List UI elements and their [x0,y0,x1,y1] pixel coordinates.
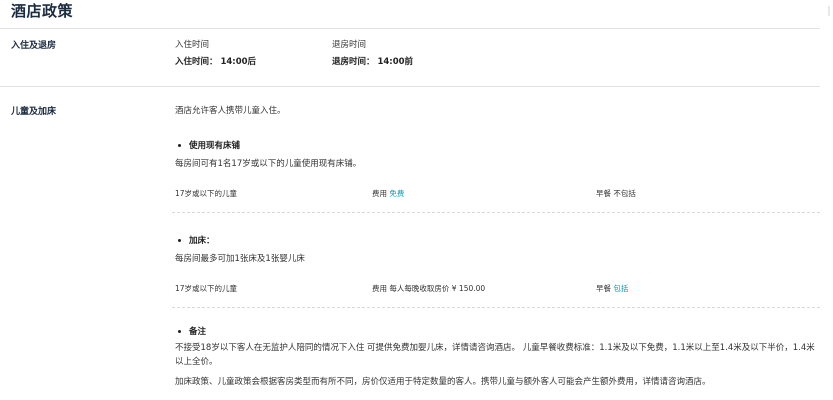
extra-bed-breakfast: 早餐 包括 [596,283,628,294]
existing-bed-desc: 每房间可有1名17岁或以下的儿童使用现有床铺。 [175,159,362,169]
divider [172,307,820,308]
notes-heading: 备注 [178,325,206,337]
scrollbar-thumb[interactable] [828,6,830,16]
notes-line-1: 不接受18岁以下客人在无监护人陪同的情况下入住 可提供免费加婴儿床，详情请咨询酒… [175,343,815,367]
extra-bed-age: 17岁或以下的儿童 [175,284,238,293]
extra-bed-desc: 每房间最多可加1张床及1张婴儿床 [175,254,305,264]
existing-bed-heading: 使用现有床铺 [178,139,240,151]
existing-bed-breakfast: 早餐 不包括 [596,188,636,199]
extra-bed-heading-text: 加床： [189,236,215,246]
existing-bed-fee: 费用 免费 [372,188,404,199]
fee-value: 每人每晚收取房价 ¥ 150.00 [389,284,486,293]
checkout-header: 退房时间 [332,40,367,50]
fee-label: 费用 [372,189,387,198]
fee-value: 免费 [389,189,405,198]
breakfast-label: 早餐 [596,189,611,198]
breakfast-value: 不包括 [613,189,636,198]
section-label-children: 儿童及加床 [11,107,57,117]
notes-heading-text: 备注 [189,327,207,337]
notes-line-2: 加床政策、儿童政策会根据客房类型而有所不同，房价仅适用于特定数量的客人。携带儿童… [175,377,711,387]
divider [0,28,820,29]
breakfast-label: 早餐 [596,284,611,293]
children-intro: 酒店允许客人携带儿童入住。 [175,106,286,116]
breakfast-value: 包括 [613,284,629,293]
existing-bed-age: 17岁或以下的儿童 [175,189,238,198]
checkin-time: 入住时间： 14:00后 [175,57,257,67]
page-title: 酒店政策 [11,2,74,20]
divider [172,212,820,213]
section-label-checkin: 入住及退房 [11,41,57,51]
bullet-icon [178,330,181,333]
bullet-icon [178,144,181,147]
divider [0,86,820,87]
extra-bed-heading: 加床： [178,234,215,246]
extra-bed-fee: 费用 每人每晚收取房价 ¥ 150.00 [372,283,485,294]
checkin-header: 入住时间 [175,40,210,50]
checkout-time: 退房时间： 14:00前 [332,57,414,67]
existing-bed-heading-text: 使用现有床铺 [189,141,241,151]
fee-label: 费用 [372,284,387,293]
bullet-icon [178,239,181,242]
